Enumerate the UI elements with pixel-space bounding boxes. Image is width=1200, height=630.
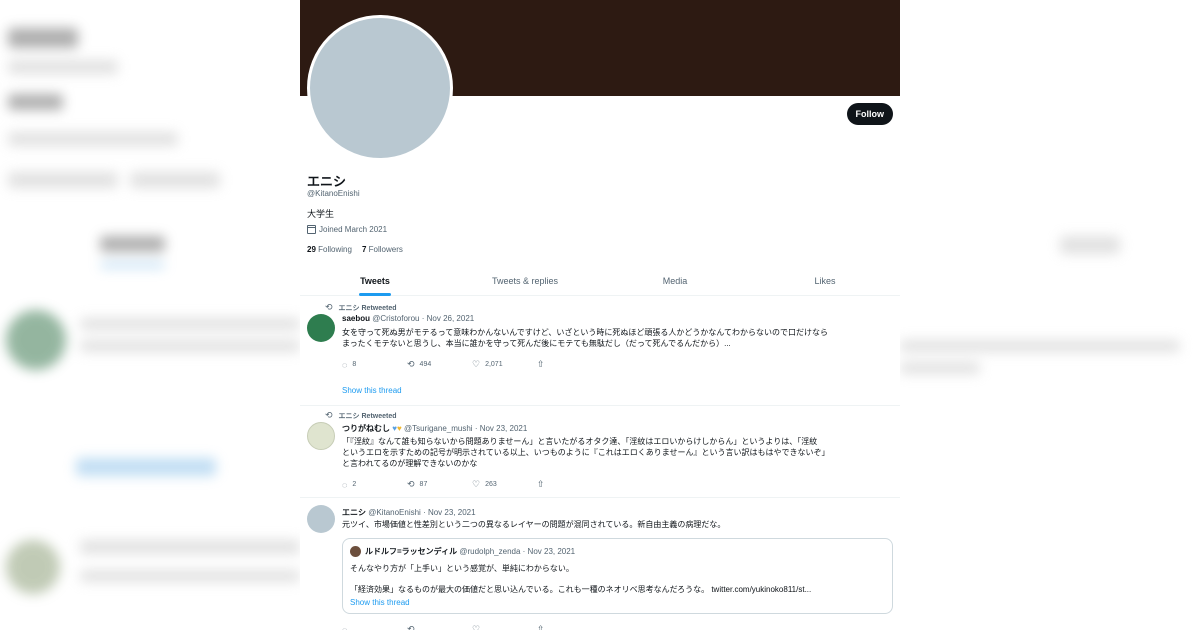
followers-link[interactable]: 7 Followers [362,245,403,254]
share-button[interactable]: ⇧ [537,624,602,630]
avatar[interactable] [307,314,335,342]
retweet-context: ⟲ エニシ Retweeted [325,302,397,312]
profile-joined: Joined March 2021 [307,225,387,234]
tweet-header: つりがねむし ♥♥ @Tsurigane_mushi · Nov 23, 202… [342,423,527,434]
calendar-icon [307,225,316,234]
reply-button[interactable]: ◌ [342,624,407,630]
retweet-icon: ⟲ [407,479,415,489]
tweet-author[interactable]: エニシ [342,508,366,517]
tweet-header: エニシ @KitanoEnishi · Nov 23, 2021 [342,507,476,518]
retweet-button[interactable]: ⟲ [407,624,472,630]
show-thread-link[interactable]: Show this thread [342,386,402,395]
tweet-handle: @KitanoEnishi [368,508,421,517]
tweet-date[interactable]: · Nov 23, 2021 [475,424,527,433]
tweet[interactable]: エニシ @KitanoEnishi · Nov 23, 2021 元ツイ、市場価… [300,498,900,630]
tweet-handle: @Cristoforou [372,314,420,323]
tweet-header: saebou @Cristoforou · Nov 26, 2021 [342,314,474,323]
like-button[interactable]: ♡ [472,624,537,630]
tweet-date[interactable]: · Nov 26, 2021 [422,314,474,323]
tab-tweets[interactable]: Tweets [300,268,450,295]
following-link[interactable]: 29 Following [307,245,352,254]
like-icon: ♡ [472,359,481,369]
share-icon: ⇧ [537,359,545,369]
quoted-tweet-text: 「経済効果」なるものが最大の価値だと思い込んでいる。これも一種のネオリベ思考なん… [350,585,812,594]
tab-likes[interactable]: Likes [750,268,900,295]
profile-avatar[interactable] [307,15,453,161]
reply-button[interactable]: ◌ 2 [342,479,407,490]
quoted-tweet[interactable]: ルドルフ=ラッセンディル @rudolph_zenda · Nov 23, 20… [342,538,893,614]
retweet-icon: ⟲ [407,624,415,630]
profile-column: Follow エニシ @KitanoEnishi 大学生 Joined Marc… [300,0,900,630]
blurred-background-right [900,0,1200,630]
reply-icon: ◌ [342,479,348,490]
tweet-actions: ◌ 8 ⟲ 494 ♡ 2,071 ⇧ [342,359,602,370]
tweet[interactable]: ⟲ エニシ Retweeted つりがねむし ♥♥ @Tsurigane_mus… [300,406,900,498]
reply-icon: ◌ [342,359,348,370]
quoted-tweet-header: ルドルフ=ラッセンディル @rudolph_zenda · Nov 23, 20… [365,547,576,556]
retweet-context: ⟲ エニシ Retweeted [325,410,397,420]
retweet-button[interactable]: ⟲ 494 [407,359,472,370]
like-button[interactable]: ♡ 2,071 [472,359,537,370]
profile-display-name: エニシ [307,174,347,189]
tab-tweets-replies[interactable]: Tweets & replies [450,268,600,295]
heart-emoji-yellow: ♥ [396,424,402,433]
follow-stats: 29 Following 7 Followers [307,245,403,254]
share-button[interactable]: ⇧ [537,359,602,370]
avatar[interactable] [307,422,335,450]
blurred-background-left [0,0,300,630]
joined-date: Joined March 2021 [319,225,388,234]
tweet-actions: ◌ ⟲ ♡ ⇧ [342,624,602,630]
retweet-icon: ⟲ [325,410,333,420]
tweet-text: 女を守って死ぬ男がモテるって意味わかんないんですけど、いざという時に死ぬほど頑張… [342,328,828,348]
avatar [350,546,361,557]
share-icon: ⇧ [537,624,545,630]
retweet-button[interactable]: ⟲ 87 [407,479,472,490]
profile-tabs: Tweets Tweets & replies Media Likes [300,268,900,296]
like-icon: ♡ [472,479,481,489]
tab-media[interactable]: Media [600,268,750,295]
share-icon: ⇧ [537,479,545,489]
tweet-date[interactable]: · Nov 23, 2021 [423,508,475,517]
reply-icon: ◌ [342,624,348,630]
avatar[interactable] [307,505,335,533]
show-thread-link[interactable]: Show this thread [350,598,410,607]
retweet-icon: ⟲ [325,302,333,312]
like-button[interactable]: ♡ 263 [472,479,537,490]
tweet-author[interactable]: つりがねむし [342,424,390,433]
profile-bio: 大学生 [307,209,335,219]
tweet-author[interactable]: saebou [342,314,370,323]
tweet-handle: @Tsurigane_mushi [403,424,473,433]
like-icon: ♡ [472,624,481,630]
profile-handle: @KitanoEnishi [307,189,360,198]
tweet-text: 元ツイ、市場価値と性差別という二つの異なるレイヤーの問題が混同されている。新自由… [342,520,726,529]
follow-button[interactable]: Follow [846,103,893,125]
reply-button[interactable]: ◌ 8 [342,359,407,370]
share-button[interactable]: ⇧ [537,479,602,490]
tweet[interactable]: ⟲ エニシ Retweeted saebou @Cristoforou · No… [300,297,900,406]
tweet-text: 「『淫紋』なんて誰も知らないから問題ありませーん」と言いたがるオタク達、「淫紋は… [342,437,830,468]
retweet-icon: ⟲ [407,359,415,369]
tweet-actions: ◌ 2 ⟲ 87 ♡ 263 ⇧ [342,479,602,490]
quoted-tweet-text: そんなやり方が「上手い」という感覚が、単純にわからない。 [350,564,574,573]
